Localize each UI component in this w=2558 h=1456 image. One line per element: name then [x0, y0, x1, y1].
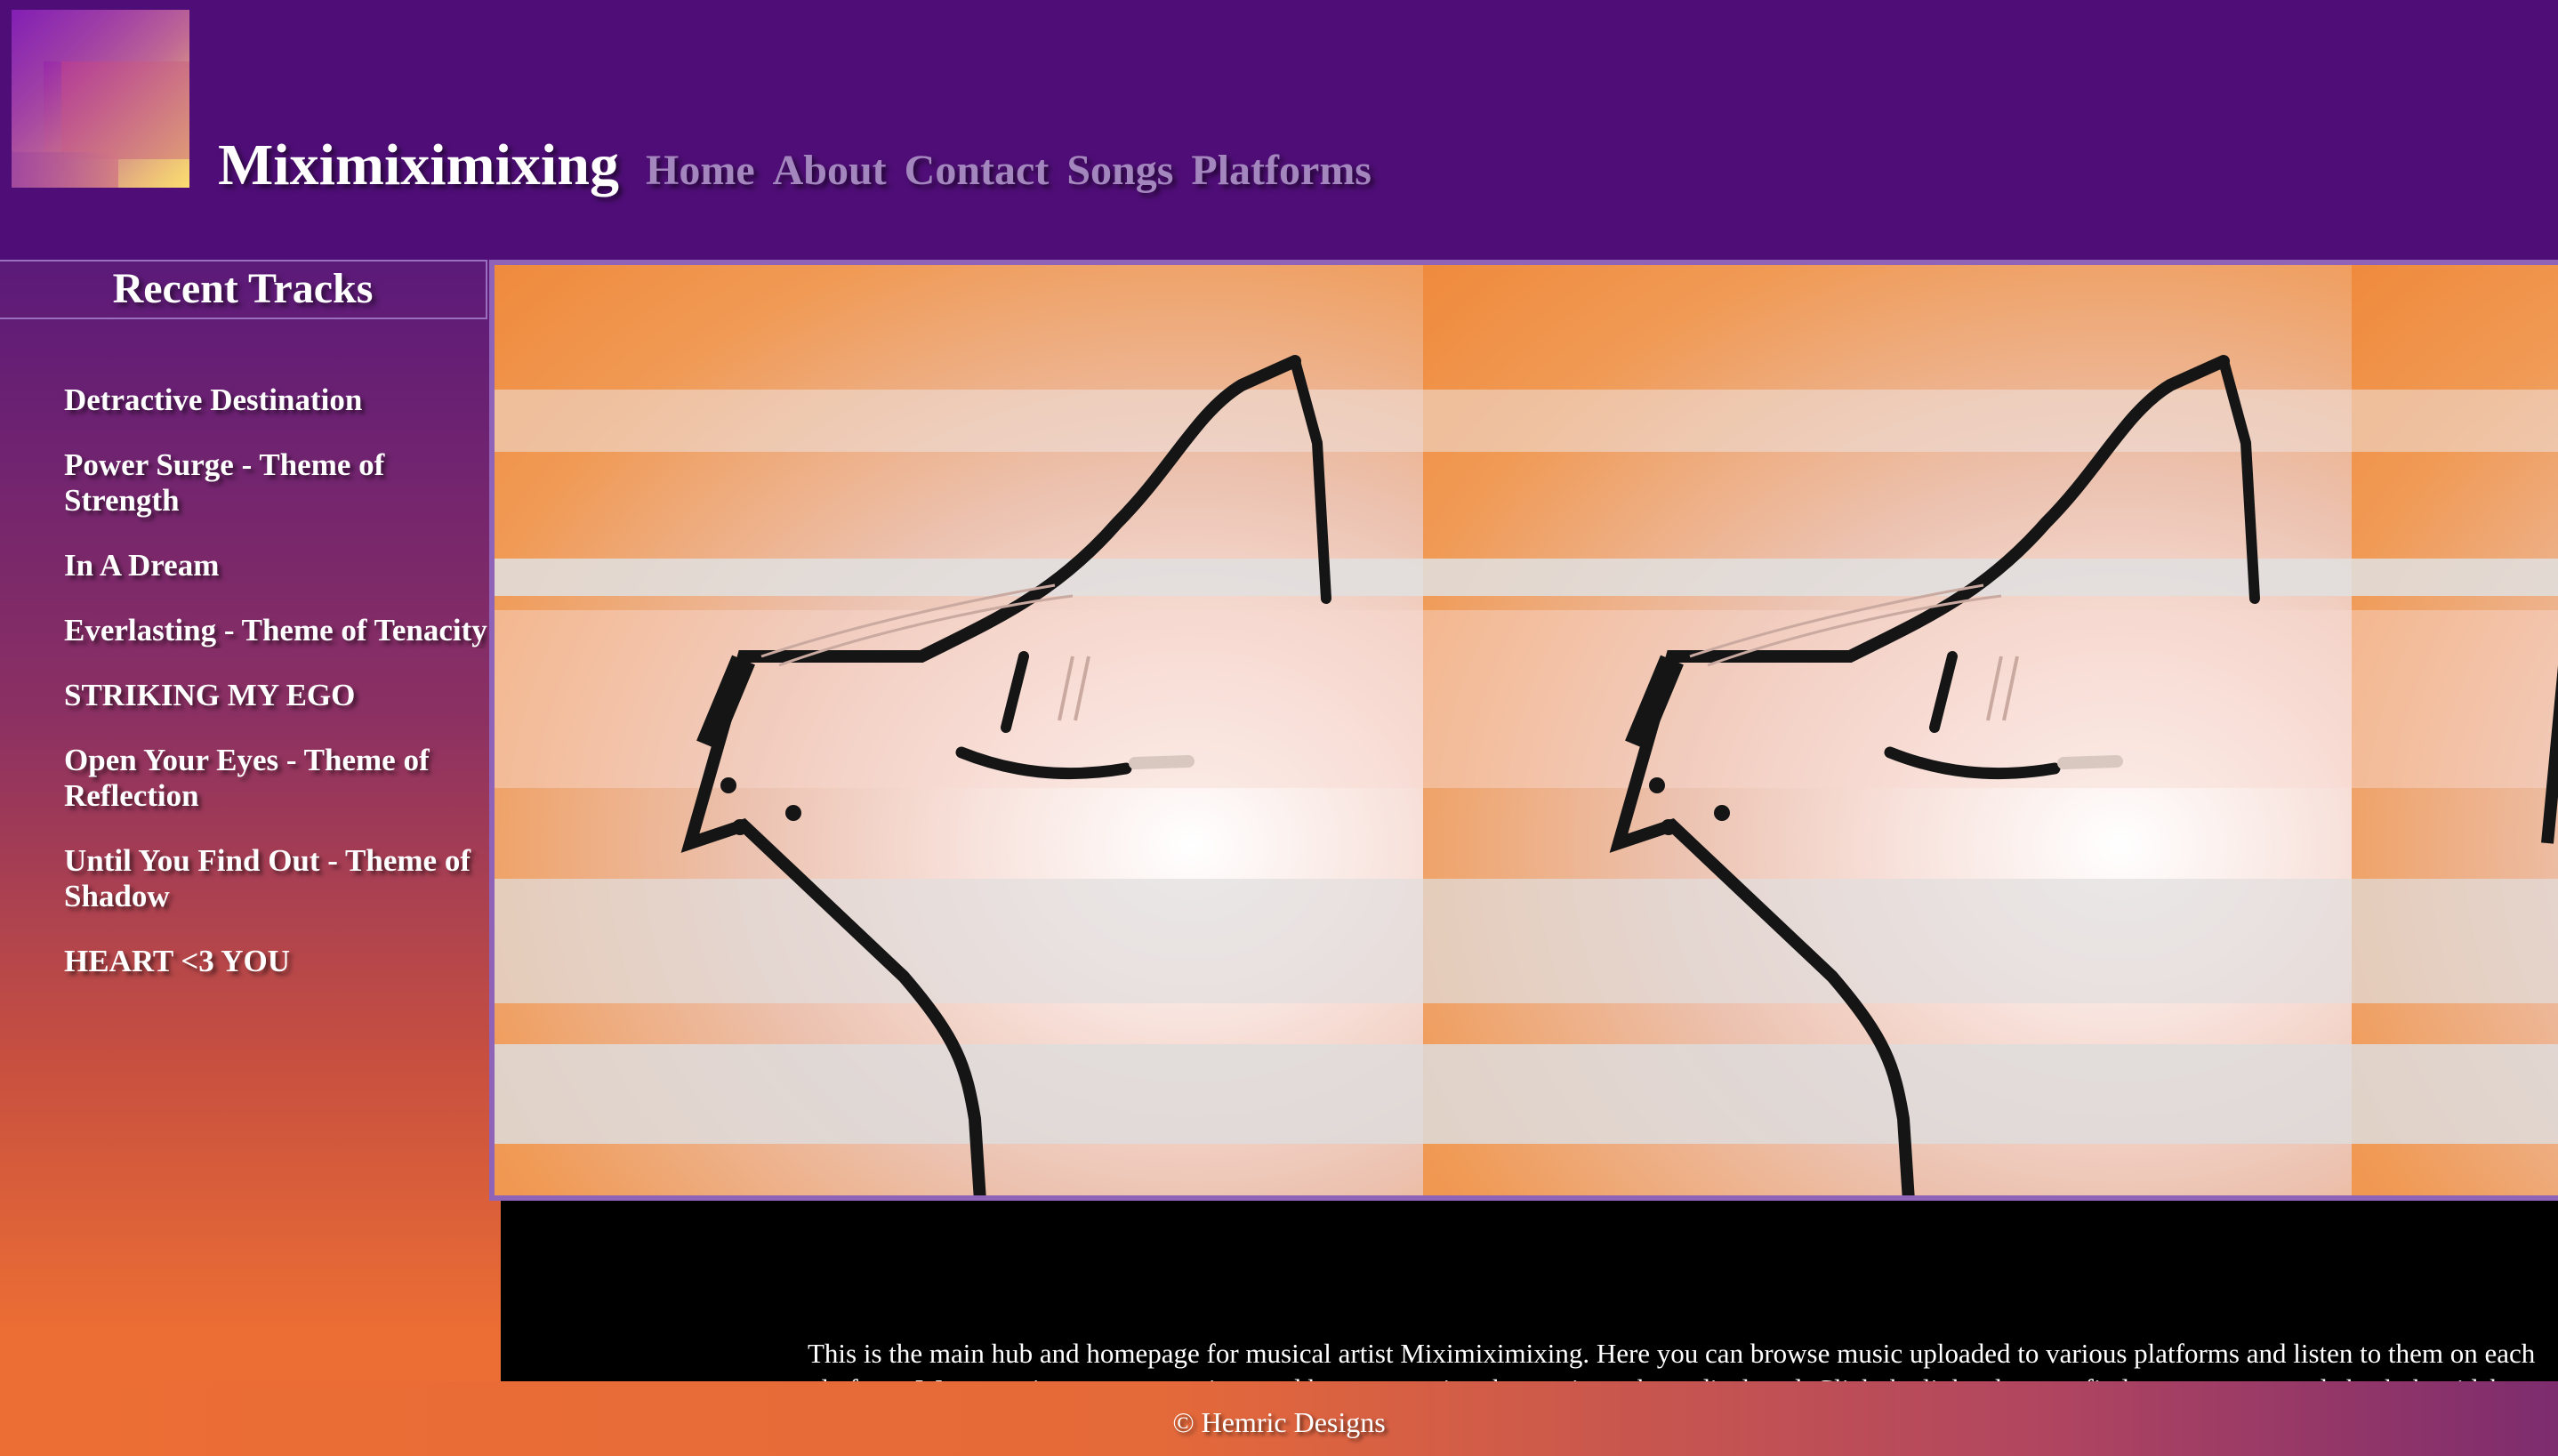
track-item[interactable]: Power Surge - Theme of Strength	[64, 447, 487, 519]
track-item[interactable]: Everlasting - Theme of Tenacity	[64, 613, 487, 648]
sidebar-heading: Recent Tracks	[0, 261, 487, 319]
intro-text: This is the main hub and homepage for mu…	[808, 1338, 2536, 1381]
nav-contact[interactable]: Contact	[905, 146, 1050, 195]
site-footer: © Hemric Designs	[0, 1381, 2558, 1456]
main-nav: Home About Contact Songs Platforms	[646, 146, 1372, 195]
track-item[interactable]: Detractive Destination	[64, 382, 487, 418]
track-item[interactable]: In A Dream	[64, 548, 487, 583]
guitar-illustration-repeat	[1423, 265, 2352, 1195]
footer-copyright: © Hemric Designs	[1172, 1406, 1386, 1438]
guitar-illustration-repeat	[2352, 265, 2558, 1195]
site-header: Miximiximixing Home About Contact Songs …	[0, 0, 2558, 260]
nav-about[interactable]: About	[773, 146, 887, 195]
nav-songs[interactable]: Songs	[1066, 146, 1173, 195]
track-item[interactable]: Open Your Eyes - Theme of Reflection	[64, 743, 487, 814]
site-logo-icon[interactable]	[12, 10, 189, 188]
nav-platforms[interactable]: Platforms	[1191, 146, 1372, 195]
guitar-illustration	[495, 265, 1423, 1195]
track-item[interactable]: HEART <3 YOU	[64, 944, 487, 979]
track-item[interactable]: STRIKING MY EGO	[64, 678, 487, 713]
track-item[interactable]: Until You Find Out - Theme of Shadow	[64, 843, 487, 914]
nav-home[interactable]: Home	[646, 146, 755, 195]
track-list: Detractive Destination Power Surge - The…	[64, 382, 487, 1009]
sidebar-recent-tracks: Recent Tracks Detractive Destination Pow…	[0, 260, 487, 1383]
banner-image	[489, 260, 2558, 1201]
site-title: Miximiximixing	[218, 133, 619, 197]
